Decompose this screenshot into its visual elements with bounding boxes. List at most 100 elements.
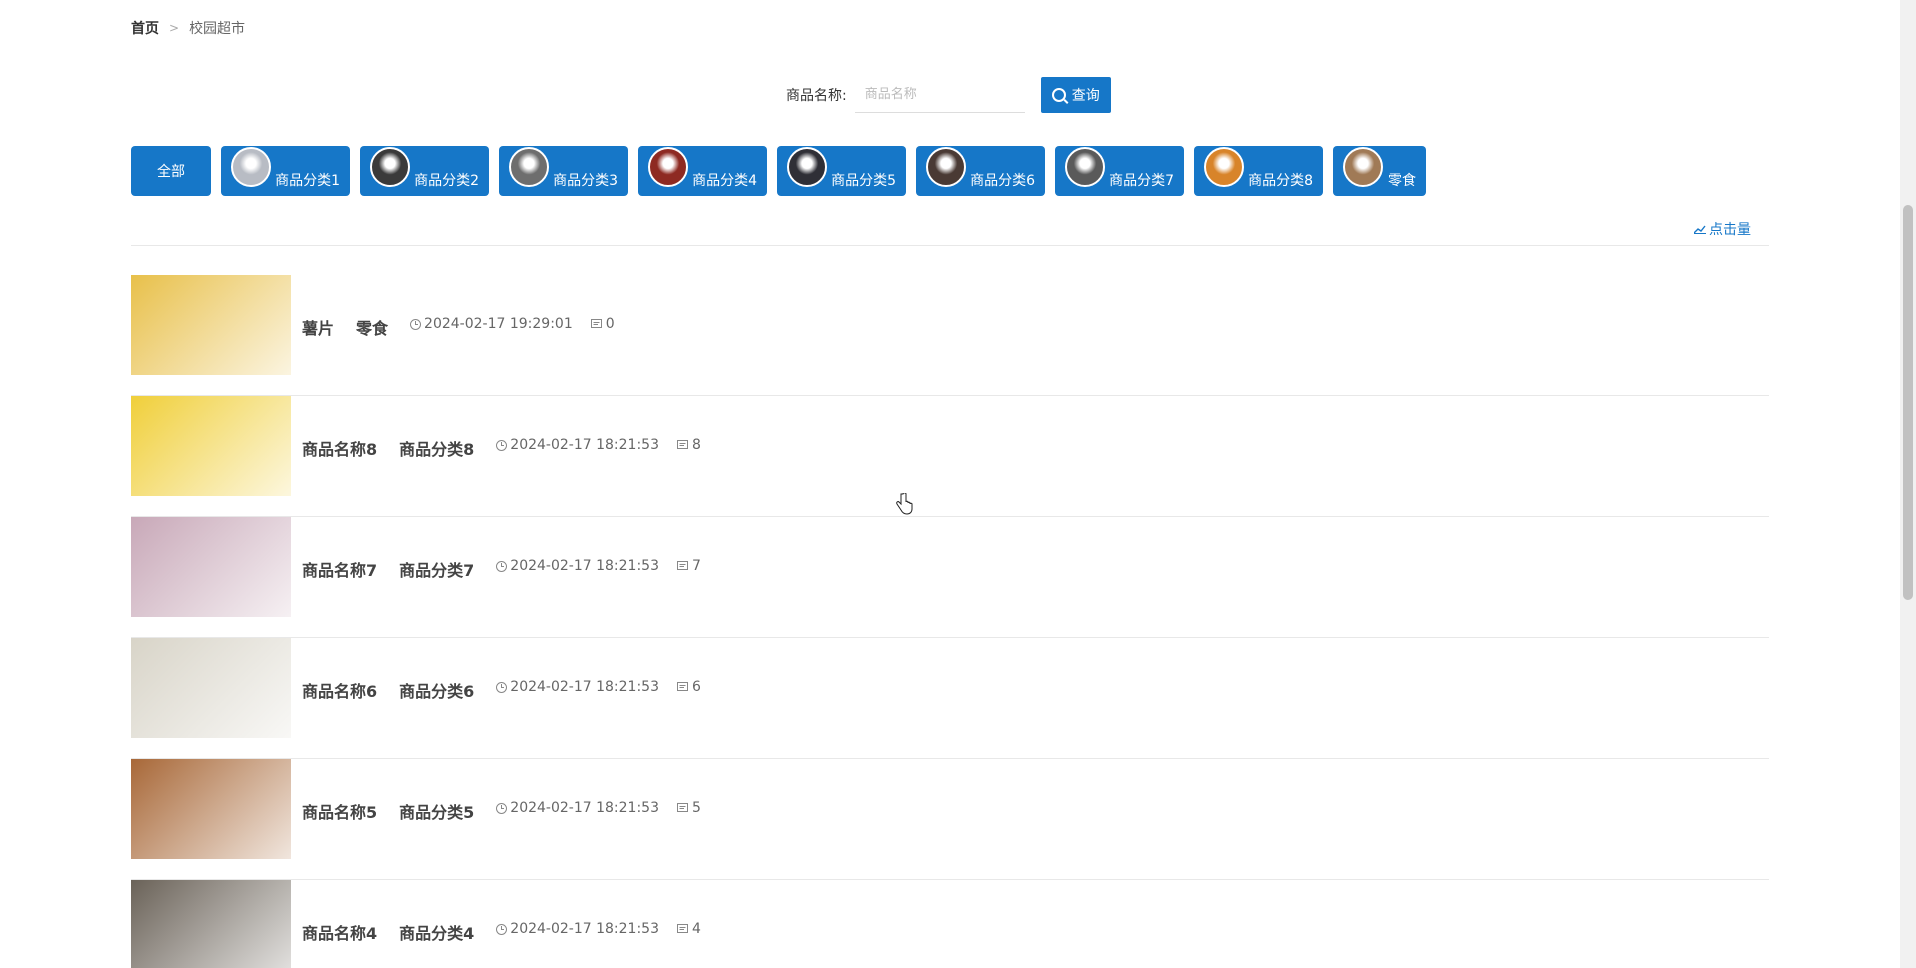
comment-icon — [676, 681, 688, 691]
product-name[interactable]: 商品名称5 — [302, 799, 377, 823]
product-count: 0 — [590, 316, 615, 332]
clock-icon — [496, 802, 508, 814]
product-time: 2024-02-17 18:21:53 — [496, 558, 659, 574]
category-button[interactable]: 商品分类2 — [360, 146, 489, 196]
product-row[interactable]: 商品名称5 商品分类5 2024-02-17 18:21:53 5 — [131, 759, 1769, 880]
comment-icon — [676, 923, 688, 933]
search-label: 商品名称: — [786, 88, 847, 104]
product-count-value: 5 — [691, 800, 701, 816]
product-time-value: 2024-02-17 18:21:53 — [510, 437, 659, 453]
product-name[interactable]: 商品名称8 — [302, 436, 377, 460]
search-input[interactable] — [854, 77, 1025, 113]
search-bar: 商品名称: 查询 — [786, 77, 1111, 113]
list-divider — [131, 245, 1769, 246]
category-label: 商品分类5 — [831, 173, 896, 189]
category-all-button[interactable]: 全部 — [131, 146, 211, 196]
scrollbar-thumb[interactable] — [1903, 205, 1913, 600]
product-category: 商品分类8 — [399, 440, 475, 459]
category-thumbnail — [1343, 147, 1383, 187]
product-time-value: 2024-02-17 18:21:53 — [510, 921, 659, 937]
product-name[interactable]: 商品名称6 — [302, 678, 377, 702]
product-time-value: 2024-02-17 18:21:53 — [510, 558, 659, 574]
product-time-value: 2024-02-17 18:21:53 — [510, 679, 659, 695]
category-button[interactable]: 商品分类8 — [1194, 146, 1323, 196]
category-thumbnail — [509, 147, 549, 187]
product-count: 7 — [676, 558, 701, 574]
category-button[interactable]: 商品分类1 — [221, 146, 350, 196]
category-filter: 全部 商品分类1 商品分类2 商品分类3 商品分类4 商品分类5 商品分类6 商… — [131, 146, 1426, 196]
clock-icon — [410, 318, 422, 330]
product-image[interactable] — [131, 275, 291, 375]
product-image[interactable] — [131, 759, 291, 859]
product-count-value: 8 — [691, 437, 701, 453]
product-count: 4 — [676, 921, 701, 937]
category-thumbnail — [648, 147, 688, 187]
product-count: 6 — [676, 679, 701, 695]
product-time: 2024-02-17 18:21:53 — [496, 921, 659, 937]
product-count: 5 — [676, 800, 701, 816]
clock-icon — [496, 681, 508, 693]
product-count-value: 4 — [691, 921, 701, 937]
search-button-label: 查询 — [1071, 87, 1100, 103]
product-row[interactable]: 商品名称7 商品分类7 2024-02-17 18:21:53 7 — [131, 517, 1769, 638]
product-category: 商品分类7 — [399, 561, 475, 580]
category-label: 商品分类3 — [553, 173, 618, 189]
hand-cursor-icon — [896, 493, 913, 515]
comment-icon — [676, 802, 688, 812]
category-thumbnail — [1204, 147, 1244, 187]
product-row[interactable]: 薯片 零食 2024-02-17 19:29:01 0 — [131, 275, 1769, 396]
product-image[interactable] — [131, 517, 291, 617]
product-row[interactable]: 商品名称6 商品分类6 2024-02-17 18:21:53 6 — [131, 638, 1769, 759]
breadcrumb-home[interactable]: 首页 — [131, 18, 159, 38]
product-image[interactable] — [131, 638, 291, 738]
product-time: 2024-02-17 18:21:53 — [496, 800, 659, 816]
product-time: 2024-02-17 19:29:01 — [410, 316, 573, 332]
category-button[interactable]: 商品分类5 — [777, 146, 906, 196]
product-category: 商品分类6 — [399, 682, 475, 701]
category-thumbnail — [1065, 147, 1105, 187]
trend-icon — [1694, 225, 1706, 234]
clock-icon — [496, 439, 508, 451]
breadcrumb-current: 校园超市 — [189, 21, 246, 37]
category-button[interactable]: 零食 — [1333, 146, 1426, 196]
product-count-value: 6 — [691, 679, 701, 695]
comment-icon — [676, 560, 688, 570]
category-label: 全部 — [157, 164, 185, 180]
category-thumbnail — [231, 147, 271, 187]
category-thumbnail — [370, 147, 410, 187]
product-category: 零食 — [356, 319, 389, 338]
product-time: 2024-02-17 18:21:53 — [496, 437, 659, 453]
product-name[interactable]: 商品名称4 — [302, 920, 377, 944]
category-button[interactable]: 商品分类6 — [916, 146, 1045, 196]
category-thumbnail — [926, 147, 966, 187]
sort-label: 点击量 — [1709, 222, 1751, 238]
category-button[interactable]: 商品分类4 — [638, 146, 767, 196]
product-time-value: 2024-02-17 18:21:53 — [510, 800, 659, 816]
page-scrollbar[interactable] — [1900, 0, 1916, 968]
category-label: 商品分类6 — [970, 173, 1035, 189]
search-button[interactable]: 查询 — [1040, 77, 1111, 113]
breadcrumb-separator: > — [169, 21, 180, 35]
product-time: 2024-02-17 18:21:53 — [496, 679, 659, 695]
product-image[interactable] — [131, 396, 291, 496]
product-name[interactable]: 薯片 — [302, 315, 334, 339]
category-label: 商品分类4 — [692, 173, 757, 189]
breadcrumb: 首页 > 校园超市 — [131, 18, 245, 38]
search-icon — [1051, 88, 1066, 102]
category-label: 商品分类1 — [275, 173, 340, 189]
product-list: 薯片 零食 2024-02-17 19:29:01 0 商品名称8 商品分类8 … — [131, 275, 1769, 968]
sort-by-clicks[interactable]: 点击量 — [1694, 219, 1751, 239]
product-name[interactable]: 商品名称7 — [302, 557, 377, 581]
category-button[interactable]: 商品分类3 — [499, 146, 628, 196]
product-image[interactable] — [131, 880, 291, 968]
clock-icon — [496, 560, 508, 572]
category-label: 商品分类2 — [414, 173, 479, 189]
category-label: 商品分类8 — [1248, 173, 1313, 189]
category-button[interactable]: 商品分类7 — [1055, 146, 1184, 196]
category-label: 商品分类7 — [1109, 173, 1174, 189]
clock-icon — [496, 923, 508, 935]
page: 首页 > 校园超市 商品名称: 查询 全部 商品分类1 商品分类2 — [0, 0, 1916, 968]
product-row[interactable]: 商品名称4 商品分类4 2024-02-17 18:21:53 4 — [131, 880, 1769, 968]
product-category: 商品分类4 — [399, 924, 475, 943]
product-row[interactable]: 商品名称8 商品分类8 2024-02-17 18:21:53 8 — [131, 396, 1769, 517]
